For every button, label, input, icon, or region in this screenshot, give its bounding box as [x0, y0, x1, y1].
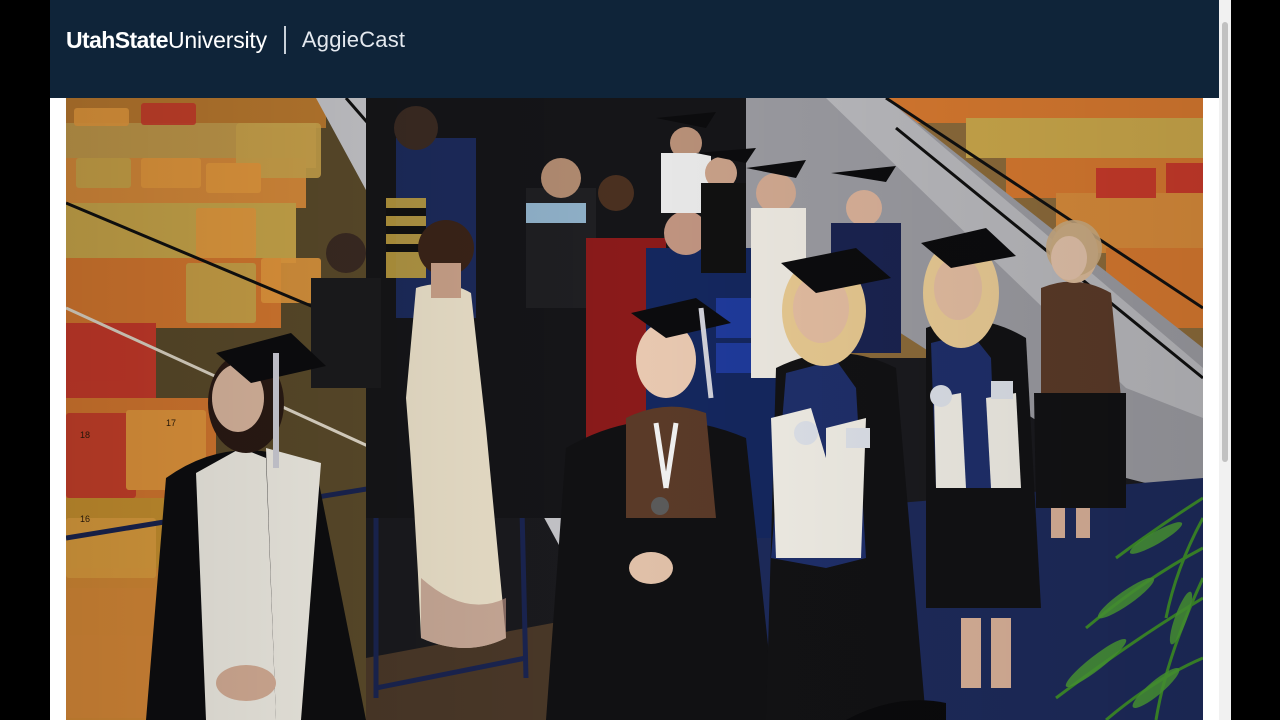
scroll-thumb[interactable]: [1222, 22, 1228, 462]
video-frame: 18 17 16: [66, 98, 1203, 720]
usu-logo-bold: UtahState: [66, 26, 169, 53]
site-header: UtahState University AggieCast: [50, 0, 1219, 98]
video-vignette: [66, 98, 1203, 720]
video-player[interactable]: 18 17 16: [66, 98, 1203, 720]
aggiecast-title: AggieCast: [301, 27, 406, 52]
page-scrollbar[interactable]: [1219, 0, 1231, 720]
usu-logo-light: University: [167, 26, 267, 53]
brand-lockup[interactable]: UtahState University AggieCast: [66, 26, 405, 54]
brand-divider: [283, 26, 286, 54]
